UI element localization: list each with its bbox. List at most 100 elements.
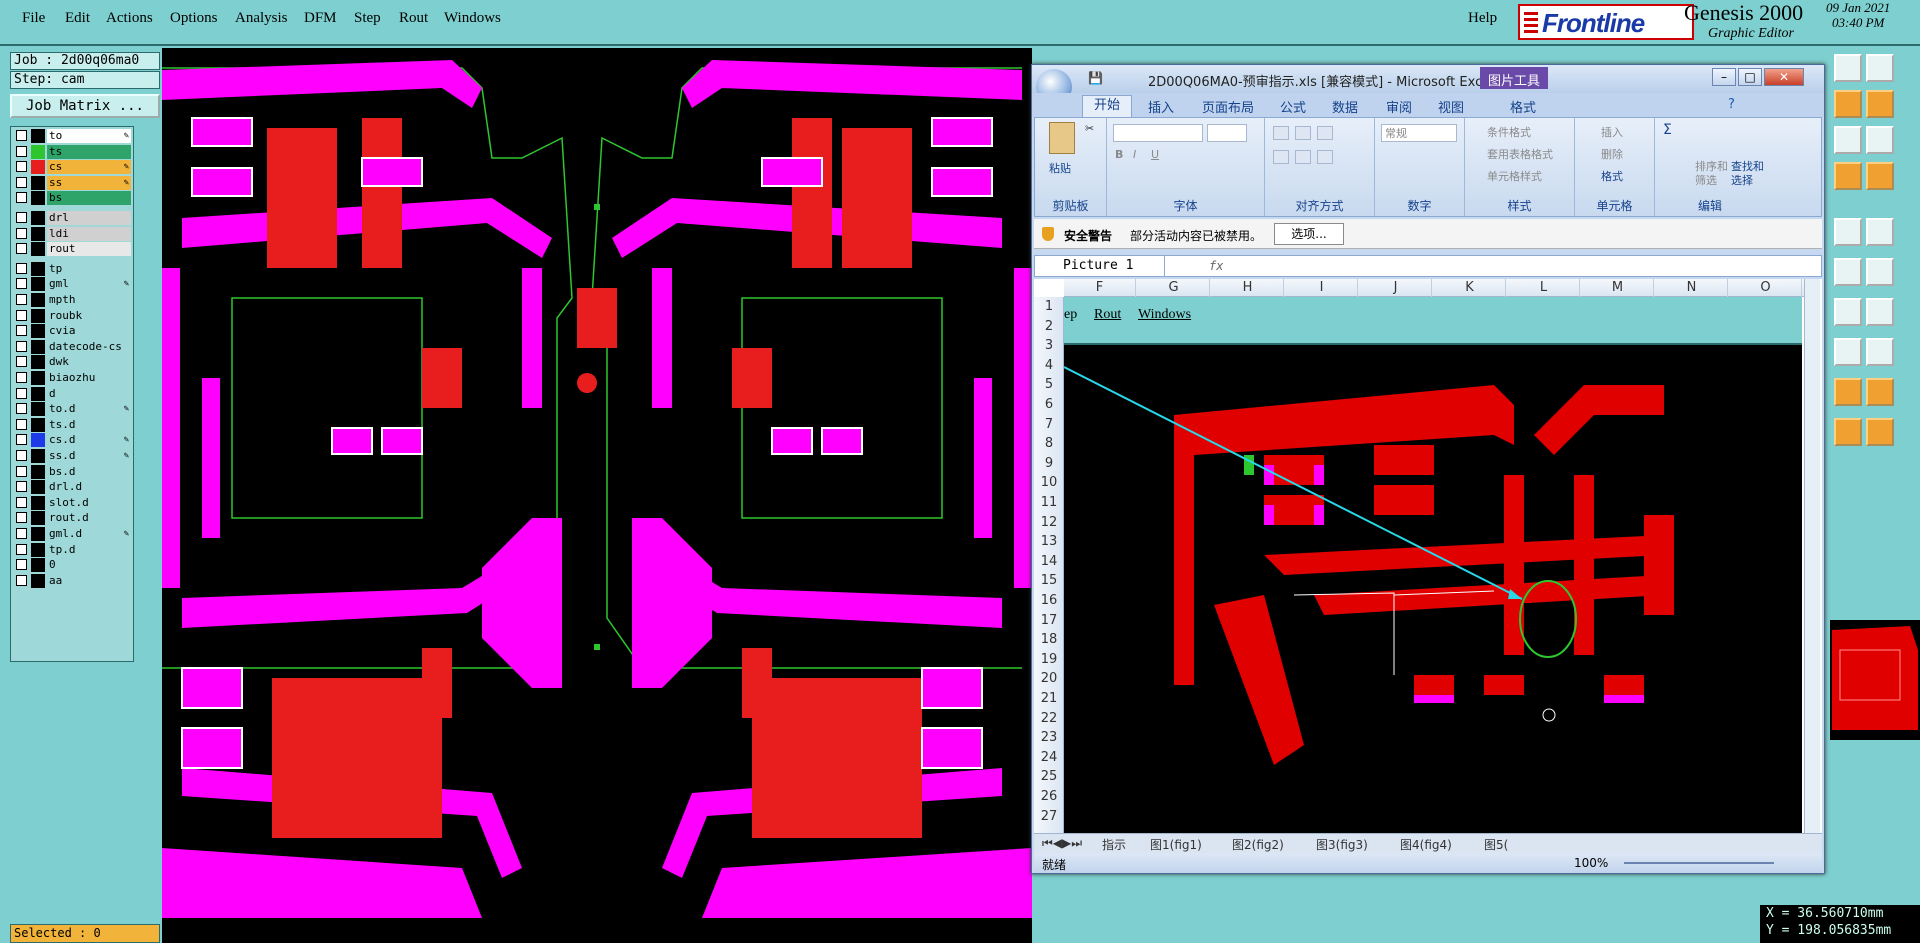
layer-checkbox[interactable] bbox=[16, 325, 27, 337]
layer-name[interactable]: drl.d bbox=[47, 480, 131, 495]
layer-name[interactable]: dwk bbox=[47, 355, 131, 370]
layer-color-swatch[interactable] bbox=[31, 308, 45, 323]
layer-row[interactable]: cs.d ✎ bbox=[13, 433, 133, 448]
layer-name[interactable]: tp bbox=[47, 261, 131, 276]
sheet-tab-2[interactable]: 图1(fig1) bbox=[1150, 836, 1202, 853]
layer-row[interactable]: cvia bbox=[13, 324, 133, 339]
layer-checkbox[interactable] bbox=[16, 496, 27, 508]
layer-name[interactable]: tp.d bbox=[47, 542, 131, 557]
zoom-level[interactable]: 100% bbox=[1574, 856, 1608, 870]
layer-checkbox[interactable] bbox=[16, 543, 27, 555]
tool-help-icon[interactable] bbox=[1866, 126, 1894, 154]
paste-icon[interactable] bbox=[1049, 122, 1075, 154]
layer-color-swatch[interactable] bbox=[31, 160, 45, 175]
layer-row[interactable]: gml.d ✎ bbox=[13, 527, 133, 541]
tool-pointer-icon[interactable] bbox=[1866, 418, 1894, 446]
layer-checkbox[interactable] bbox=[16, 309, 27, 321]
autosum-icon[interactable]: Σ bbox=[1663, 122, 1672, 138]
layer-row[interactable]: gml ✎ bbox=[13, 277, 133, 292]
excel-window[interactable]: 💾 2D00Q06MA0-预审指示.xls [兼容模式] - Microsoft… bbox=[1031, 64, 1825, 874]
layer-color-swatch[interactable] bbox=[31, 191, 45, 206]
layer-name[interactable]: ss ✎ bbox=[47, 175, 131, 190]
layer-row[interactable]: d bbox=[13, 386, 133, 401]
layer-name[interactable]: drl bbox=[47, 211, 131, 225]
column-header[interactable]: L bbox=[1508, 279, 1580, 297]
layer-row[interactable]: ss ✎ bbox=[13, 175, 133, 190]
row-header[interactable]: 12 bbox=[1034, 513, 1064, 532]
layer-row[interactable]: drl.d bbox=[13, 480, 133, 495]
layer-name[interactable]: ts.d bbox=[47, 417, 131, 432]
close-icon[interactable]: ✕ bbox=[1764, 68, 1804, 86]
menu-edit[interactable]: Edit bbox=[65, 10, 90, 27]
layer-checkbox[interactable] bbox=[16, 192, 27, 204]
layer-name[interactable]: bs.d bbox=[47, 464, 131, 479]
layer-color-swatch[interactable] bbox=[31, 511, 45, 526]
layer-color-swatch[interactable] bbox=[31, 386, 45, 401]
row-header[interactable]: 3 bbox=[1034, 336, 1064, 355]
column-header[interactable]: F bbox=[1064, 279, 1136, 297]
row-header[interactable]: 10 bbox=[1034, 473, 1064, 492]
layer-color-swatch[interactable] bbox=[31, 242, 45, 257]
row-header[interactable]: 4 bbox=[1034, 356, 1064, 375]
menu-options[interactable]: Options bbox=[170, 10, 218, 27]
vertical-scrollbar[interactable] bbox=[1804, 279, 1820, 833]
column-header[interactable]: J bbox=[1360, 279, 1432, 297]
align-bottom-icon[interactable] bbox=[1317, 126, 1333, 140]
tool-zoom-icon[interactable] bbox=[1866, 54, 1894, 82]
tool-grid-icon[interactable] bbox=[1834, 90, 1862, 118]
table-format-button[interactable]: 套用表格格式 bbox=[1487, 146, 1553, 162]
layer-name[interactable]: ts bbox=[47, 144, 131, 159]
layer-checkbox[interactable] bbox=[16, 130, 27, 141]
align-left-icon[interactable] bbox=[1273, 150, 1289, 164]
column-header[interactable]: H bbox=[1212, 279, 1284, 297]
insert-cells-button[interactable]: 插入 bbox=[1601, 124, 1623, 140]
tab-insert[interactable]: 插入 bbox=[1148, 97, 1174, 116]
menu-rout[interactable]: Rout bbox=[399, 10, 428, 27]
security-options-button[interactable]: 选项... bbox=[1274, 223, 1344, 245]
name-box[interactable]: Picture 1 bbox=[1035, 256, 1165, 276]
layer-color-swatch[interactable] bbox=[31, 433, 45, 448]
menu-dfm[interactable]: DFM bbox=[304, 10, 337, 27]
embedded-picture[interactable]: ep Rout Windows bbox=[1064, 297, 1802, 833]
row-header[interactable]: 24 bbox=[1034, 748, 1064, 767]
layer-color-swatch[interactable] bbox=[31, 175, 45, 190]
job-matrix-button[interactable]: Job Matrix ... bbox=[10, 94, 160, 118]
ribbon-help-icon[interactable]: ? bbox=[1728, 97, 1735, 112]
row-header[interactable]: 5 bbox=[1034, 375, 1064, 394]
layer-row[interactable]: drl bbox=[13, 211, 133, 225]
excel-titlebar[interactable]: 💾 2D00Q06MA0-预审指示.xls [兼容模式] - Microsoft… bbox=[1032, 65, 1824, 105]
row-header[interactable]: 17 bbox=[1034, 611, 1064, 630]
layer-row[interactable]: biaozhu bbox=[13, 371, 133, 385]
font-family-select[interactable] bbox=[1113, 124, 1203, 142]
layer-name[interactable]: slot.d bbox=[47, 495, 131, 510]
layer-color-swatch[interactable] bbox=[31, 293, 45, 307]
layer-row[interactable]: roubk bbox=[13, 308, 133, 323]
layer-name[interactable]: mpth bbox=[47, 293, 131, 307]
layer-checkbox[interactable] bbox=[16, 559, 27, 571]
layer-row[interactable]: rout.d bbox=[13, 511, 133, 526]
layer-checkbox[interactable] bbox=[16, 176, 27, 188]
layer-checkbox[interactable] bbox=[16, 528, 27, 539]
layer-color-swatch[interactable] bbox=[31, 371, 45, 385]
row-header[interactable]: 21 bbox=[1034, 689, 1064, 708]
layer-checkbox[interactable] bbox=[16, 450, 27, 461]
tool-filter-icon[interactable] bbox=[1866, 162, 1894, 190]
tool-line-icon[interactable] bbox=[1834, 258, 1862, 286]
menu-analysis[interactable]: Analysis bbox=[235, 10, 288, 27]
layer-row[interactable]: dwk bbox=[13, 355, 133, 370]
layer-checkbox[interactable] bbox=[16, 294, 27, 305]
select-button[interactable]: 选择 bbox=[1731, 172, 1753, 188]
layer-row[interactable]: bs bbox=[13, 191, 133, 206]
layer-checkbox[interactable] bbox=[16, 574, 27, 586]
cut-icon[interactable]: ✂ bbox=[1085, 122, 1094, 135]
layer-color-swatch[interactable] bbox=[31, 449, 45, 463]
layer-name[interactable]: datecode-cs bbox=[47, 339, 131, 354]
menu-windows[interactable]: Windows bbox=[444, 10, 501, 27]
layer-checkbox[interactable] bbox=[16, 418, 27, 430]
layer-checkbox[interactable] bbox=[16, 403, 27, 415]
filter-button[interactable]: 筛选 bbox=[1695, 172, 1717, 188]
column-header[interactable]: K bbox=[1434, 279, 1506, 297]
tool-polygon-icon[interactable] bbox=[1866, 378, 1894, 406]
row-header[interactable]: 6 bbox=[1034, 395, 1064, 414]
sheet-tab-3[interactable]: 图2(fig2) bbox=[1232, 836, 1284, 853]
